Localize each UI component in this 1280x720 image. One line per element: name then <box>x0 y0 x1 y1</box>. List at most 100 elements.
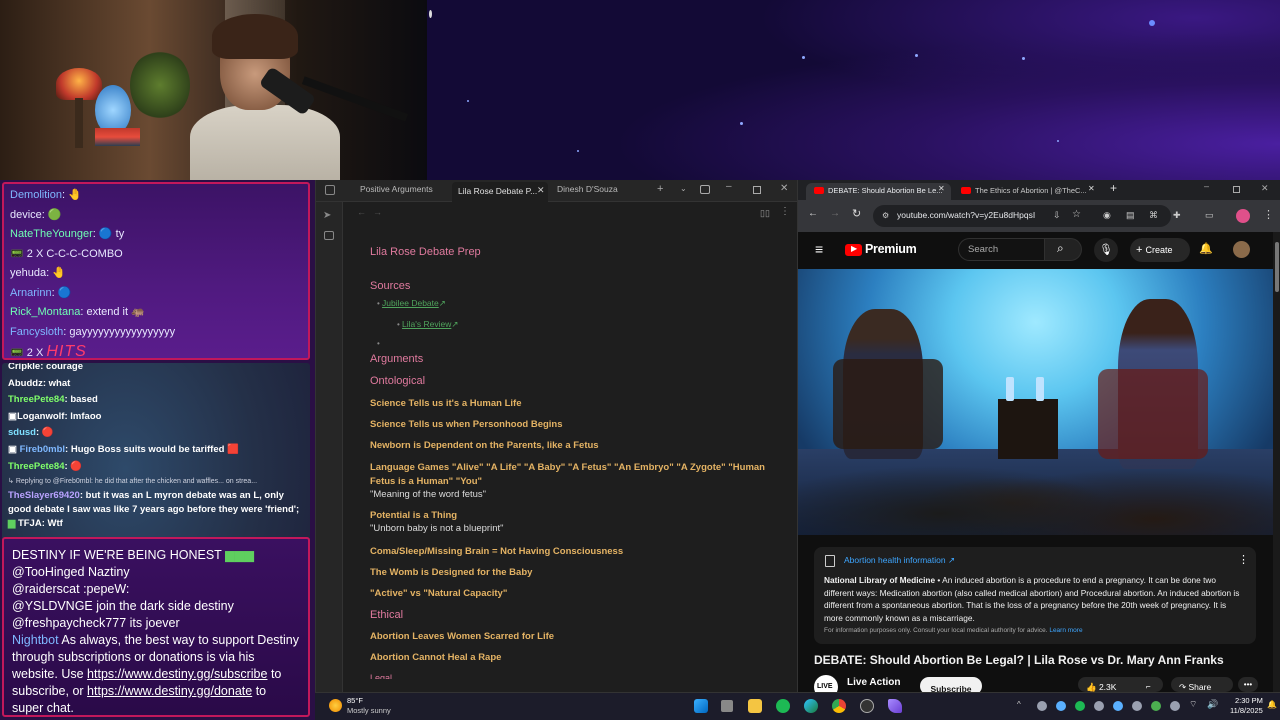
argument-item: Abortion Leaves Women Scarred for Life <box>370 631 555 642</box>
emote-icon: 📟 <box>10 347 24 359</box>
layout-icon[interactable] <box>700 185 710 194</box>
tray-app-icon[interactable] <box>1113 701 1123 711</box>
info-panel-title[interactable]: Abortion health information ↗ <box>844 555 1246 566</box>
tray-app-icon[interactable] <box>1075 701 1085 711</box>
more-actions-button[interactable]: ••• <box>1238 677 1258 692</box>
panel-icon[interactable] <box>324 231 334 240</box>
volume-icon[interactable]: 🔊 <box>1207 699 1218 710</box>
profile-avatar[interactable] <box>1236 209 1250 223</box>
tray-app-icon[interactable] <box>1037 701 1047 711</box>
lilas-review-link[interactable]: Lila's Review <box>402 319 451 329</box>
argument-item: "Active" vs "Natural Capacity" <box>370 588 508 599</box>
close-tab-icon[interactable]: ✕ <box>938 184 945 193</box>
bookmark-star-icon[interactable]: ☆ <box>1072 209 1081 220</box>
new-tab-icon[interactable]: + <box>1110 181 1117 195</box>
jubilee-debate-link[interactable]: Jubilee Debate <box>382 298 439 308</box>
obs-icon[interactable] <box>860 699 874 713</box>
maximize-icon[interactable] <box>1233 186 1240 193</box>
reload-icon[interactable]: ↻ <box>852 207 861 220</box>
argument-note: "Unborn baby is not a blueprint" <box>370 523 504 534</box>
back-arrow-icon[interactable]: ← <box>808 208 818 219</box>
tray-app-icon[interactable] <box>1151 701 1161 711</box>
tab-ethics-abortion[interactable]: The Ethics of Abortion | @TheC... <box>953 183 1098 200</box>
task-view-icon[interactable] <box>721 700 733 712</box>
like-button[interactable]: 👍 2.3K <box>1078 677 1138 692</box>
network-icon[interactable]: ⌔ <box>1189 699 1197 710</box>
chat-message: sdusd: 🔴 <box>8 427 54 439</box>
file-explorer-icon[interactable] <box>748 699 762 713</box>
video-player[interactable] <box>798 269 1273 535</box>
minimize-icon[interactable]: – <box>726 181 732 192</box>
tray-app-icon[interactable] <box>1094 701 1104 711</box>
search-input[interactable]: Search <box>958 238 1044 261</box>
weather-sun-icon[interactable] <box>329 699 342 712</box>
notifications-bell-icon[interactable]: 🔔 <box>1199 242 1213 255</box>
channel-name[interactable]: Live Action <box>847 677 901 688</box>
emote-icon: 🔴 <box>41 427 54 439</box>
argument-item: Newborn is Dependent on the Parents, lik… <box>370 440 599 451</box>
close-tab-icon[interactable]: ✕ <box>537 185 545 196</box>
edge-icon[interactable] <box>804 699 818 713</box>
emote-icon: 🟢 <box>47 208 62 221</box>
note-title: Lila Rose Debate Prep <box>370 246 481 258</box>
start-windows-icon[interactable] <box>694 699 708 713</box>
close-tab-icon[interactable]: ✕ <box>1088 184 1095 193</box>
reading-view-icon[interactable]: ▯▯ <box>760 208 770 219</box>
close-icon[interactable]: ✕ <box>1261 183 1269 194</box>
dislike-button[interactable]: ⌐ <box>1138 677 1163 692</box>
microphone-icon[interactable]: 🎙 <box>1094 238 1118 262</box>
tray-expand-icon[interactable]: ^ <box>1017 700 1021 709</box>
badge-icon: ▣ <box>8 443 20 455</box>
youtube-icon <box>814 187 824 194</box>
avatar[interactable] <box>1233 241 1250 258</box>
learn-more-link[interactable]: Learn more <box>1049 627 1082 634</box>
tab-lila-rose-debate[interactable]: Lila Rose Debate P... <box>452 182 548 202</box>
scrollbar[interactable] <box>1273 232 1280 692</box>
cast-icon[interactable]: ▭ <box>1205 210 1214 221</box>
hamburger-menu-icon[interactable]: ≡ <box>815 241 823 257</box>
clock-time[interactable]: 2:30 PM <box>1235 696 1263 705</box>
more-options-icon[interactable]: ⋮ <box>780 206 790 217</box>
chevron-down-icon[interactable]: ⌄ <box>680 184 687 193</box>
extension-icon[interactable]: ▤ <box>1126 210 1135 221</box>
argument-item: Language Games "Alive" "A Life" "A Baby"… <box>370 462 765 487</box>
extension-icon[interactable]: ⌘ <box>1149 210 1158 221</box>
create-button[interactable]: + Create <box>1130 238 1190 262</box>
tab-dinesh-dsouza[interactable]: Dinesh D'Souza <box>557 184 618 194</box>
tab-positive-arguments[interactable]: Positive Arguments <box>360 184 433 194</box>
install-icon[interactable]: ⇩ <box>1053 210 1061 221</box>
maximize-icon[interactable] <box>753 186 761 194</box>
new-tab-icon[interactable]: + <box>657 183 663 195</box>
extension-icon[interactable]: ◉ <box>1103 210 1111 221</box>
back-arrow-icon[interactable]: ← <box>357 207 366 217</box>
search-button[interactable]: ⌕ <box>1044 238 1082 261</box>
more-options-icon[interactable]: ⋮ <box>1238 553 1249 566</box>
forward-arrow-icon[interactable]: → <box>830 208 840 219</box>
emote-icon: 🔵 <box>57 286 72 299</box>
notification-bell-icon[interactable]: 🔔 <box>1267 700 1277 709</box>
subscribe-link[interactable]: https://www.destiny.gg/subscribe <box>87 667 267 681</box>
chat-panel-bottom: DESTINY IF WE'RE BEING HONEST ▆▆▆ @TooHi… <box>2 537 310 717</box>
spotify-icon[interactable] <box>776 699 790 713</box>
lamp <box>56 68 102 100</box>
clock-date[interactable]: 11/8/2025 <box>1230 706 1263 715</box>
minimize-icon[interactable]: – <box>1204 181 1209 191</box>
donate-link[interactable]: https://www.destiny.gg/donate <box>87 684 252 698</box>
chrome-icon[interactable] <box>832 699 846 713</box>
obsidian-icon[interactable] <box>888 699 902 713</box>
tray-app-icon[interactable] <box>1056 701 1066 711</box>
forward-arrow-icon[interactable]: → <box>373 207 382 217</box>
send-icon[interactable]: ➤ <box>323 210 331 221</box>
sidebar-toggle-icon[interactable] <box>325 185 335 195</box>
chat-panel-top: Demolition: 🤚 device: 🟢 NateTheYounger: … <box>2 182 310 360</box>
close-icon[interactable]: ✕ <box>780 183 788 194</box>
site-info-icon[interactable]: ⚙ <box>882 211 889 220</box>
heading-sources: Sources <box>370 280 411 292</box>
tray-app-icon[interactable] <box>1170 701 1180 711</box>
tab-debate-video[interactable]: DEBATE: Should Abortion Be Le... <box>806 183 951 200</box>
chat-message: @freshpaycheck777 its joever <box>12 616 180 630</box>
tray-app-icon[interactable] <box>1132 701 1142 711</box>
share-button[interactable]: ↷ Share <box>1171 677 1233 692</box>
menu-icon[interactable]: ⋮ <box>1263 208 1274 221</box>
extensions-puzzle-icon[interactable]: ✚ <box>1173 210 1181 221</box>
